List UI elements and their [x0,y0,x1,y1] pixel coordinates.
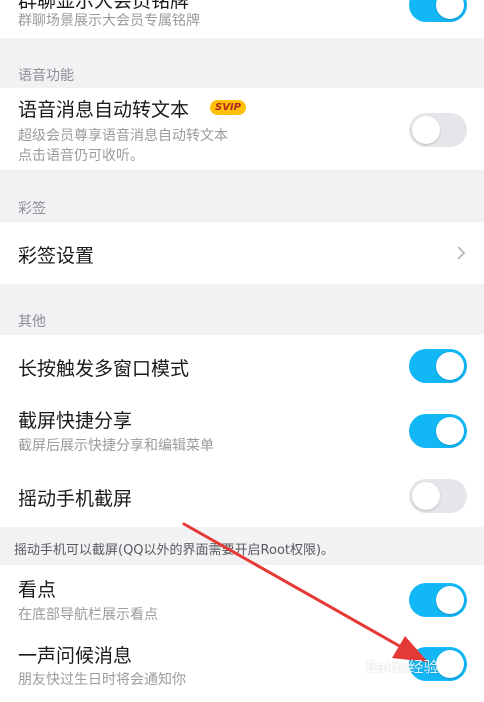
annotation-arrow [182,522,428,662]
baidu-watermark: Baidu经验 [366,658,439,676]
